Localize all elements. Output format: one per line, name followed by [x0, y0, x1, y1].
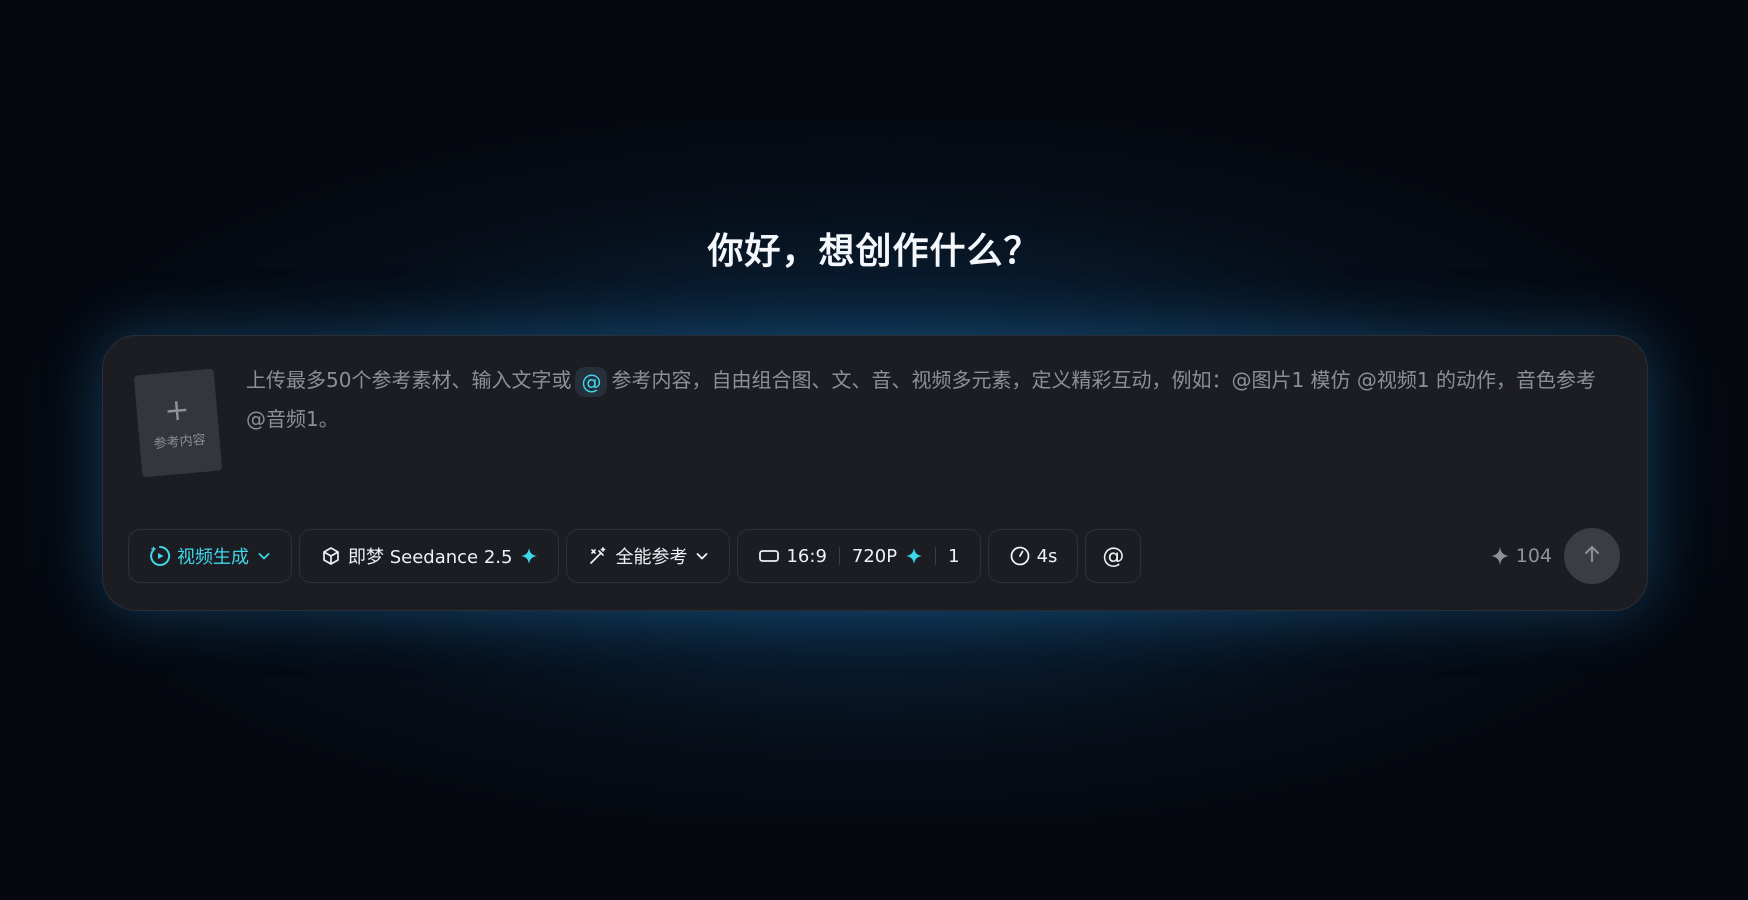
aspect-ratio-icon [758, 545, 780, 567]
credits-display: 104 [1490, 545, 1552, 567]
reference-mode-label: 全能参考 [615, 547, 688, 568]
sparkle-icon [520, 547, 538, 565]
video-generate-icon [149, 545, 171, 567]
arrow-up-icon [1581, 543, 1603, 569]
duration-label: 4s [1036, 545, 1058, 567]
mention-chip[interactable]: @ [575, 366, 608, 397]
plus-icon: + [162, 391, 191, 429]
ratio-label: 16:9 [786, 545, 827, 567]
reference-upload-label: 参考内容 [153, 432, 207, 452]
chevron-down-icon [695, 549, 709, 563]
magic-wand-icon [587, 545, 609, 567]
app-stage: 你好，想创作什么？ + 参考内容 上传最多50个参考素材、输入文字或 @ 参考内容，… [0, 0, 1748, 900]
divider [935, 547, 937, 565]
sparkle-icon [905, 547, 923, 565]
mode-label: 视频生成 [177, 547, 249, 568]
prompt-input[interactable]: 上传最多50个参考素材、输入文字或 @ 参考内容，自由组合图、文、音、视频多元素，定… [246, 361, 1616, 439]
send-button[interactable] [1564, 528, 1620, 584]
model-label: 即梦 Seedance 2.5 [348, 547, 513, 568]
cube-icon [320, 545, 342, 567]
page-title: 你好，想创作什么？ [707, 231, 1041, 272]
duration-select[interactable]: 4s [987, 529, 1079, 583]
model-select[interactable]: 即梦 Seedance 2.5 [299, 529, 560, 583]
reference-upload-card[interactable]: + 参考内容 [133, 368, 223, 478]
prompt-toolbar: 视频生成 即梦 Seedance 2.5 全能参考 16:9 720P 1 4s… [128, 528, 1148, 584]
resolution-label: 720P [851, 545, 898, 567]
divider [838, 547, 840, 565]
sparkle-icon [1490, 546, 1510, 566]
mode-select[interactable]: 视频生成 [128, 529, 292, 583]
count-label: 1 [948, 545, 960, 567]
mention-button[interactable]: @ [1085, 529, 1142, 583]
reference-mode-select[interactable]: 全能参考 [566, 529, 731, 583]
mention-label: @ [1102, 543, 1125, 569]
credits-value: 104 [1515, 545, 1552, 567]
submit-group: 104 [1490, 528, 1620, 584]
clock-icon [1009, 545, 1031, 567]
chevron-down-icon [257, 549, 271, 563]
prompt-placeholder-start: 上传最多50个参考素材、输入文字或 [246, 368, 572, 392]
output-settings-select[interactable]: 16:9 720P 1 [737, 529, 981, 583]
